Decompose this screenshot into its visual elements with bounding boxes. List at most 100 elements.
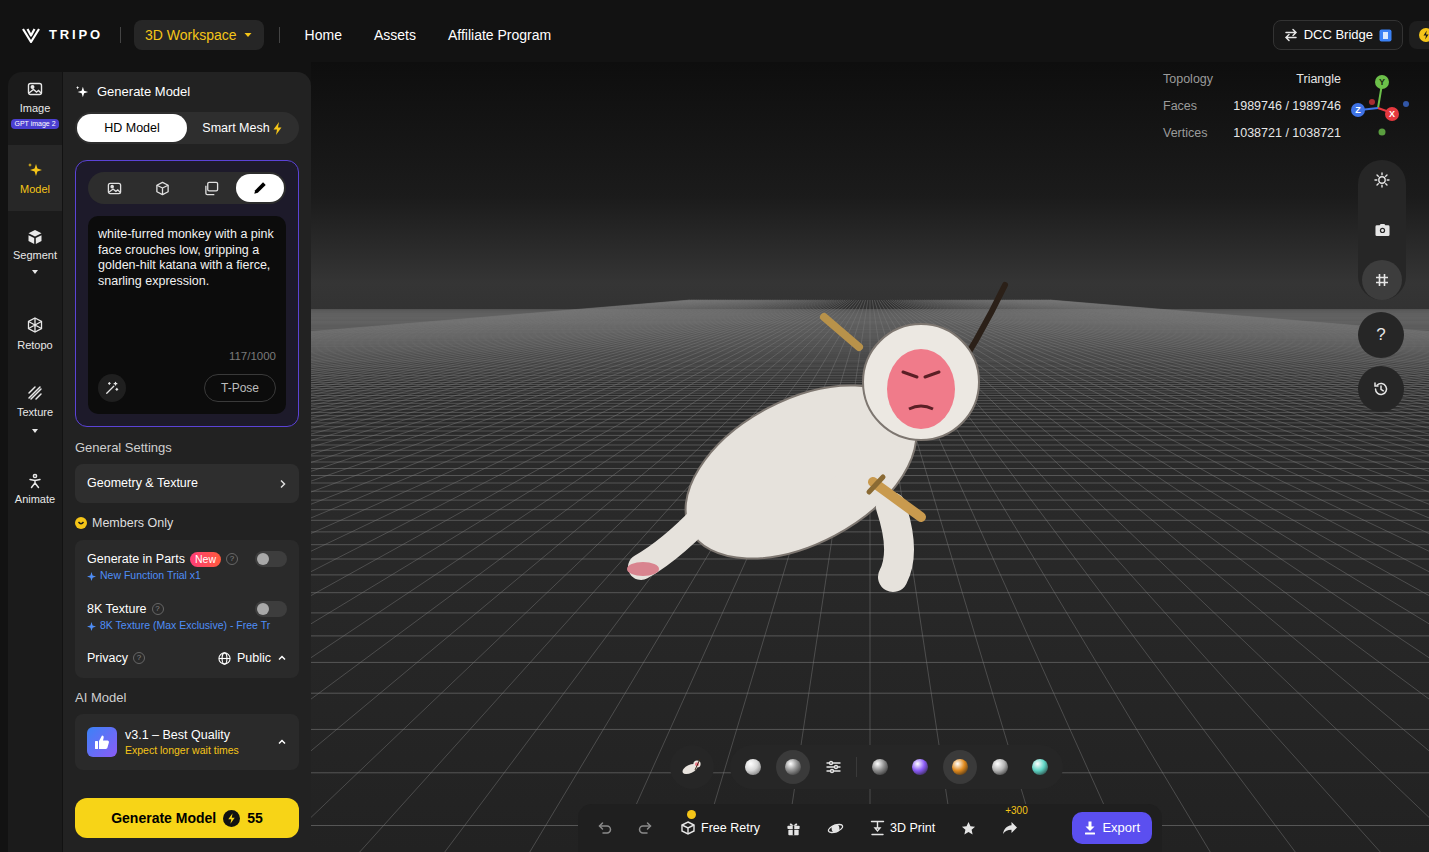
generate-cost: 55 <box>247 808 263 829</box>
redo-button[interactable] <box>638 821 654 835</box>
share-bonus-badge: +300 <box>1005 805 1028 817</box>
ai-model-selector[interactable]: v3.1 – Best Quality Expect longer wait t… <box>75 714 299 770</box>
undo-button[interactable] <box>596 821 612 835</box>
rail-item[interactable]: Animate <box>8 435 62 506</box>
model-note: Expect longer wait times <box>125 743 239 757</box>
geometry-texture-row[interactable]: Geometry & Texture <box>75 464 299 503</box>
orbit-icon <box>827 821 844 836</box>
render-mode-button[interactable] <box>736 750 770 784</box>
history-icon <box>1373 381 1389 397</box>
3d-print-label: 3D Print <box>890 819 935 838</box>
input-mode-button[interactable] <box>139 174 188 202</box>
3d-viewport[interactable]: Topology Triangle Faces 1989746 / 198974… <box>311 62 1429 852</box>
rail-label: Model <box>20 182 50 196</box>
grid-toggle-button[interactable] <box>1362 260 1402 300</box>
z-axis-handle[interactable] <box>1351 103 1365 117</box>
share-icon <box>1002 821 1018 835</box>
model-thumbnail[interactable] <box>670 745 714 789</box>
swap-icon <box>1284 28 1298 42</box>
toggle[interactable] <box>255 551 287 567</box>
generate-label: Generate Model <box>111 808 216 829</box>
retry-box-icon <box>680 820 696 836</box>
rail-item[interactable]: Model <box>8 145 62 211</box>
screenshot-button[interactable] <box>1362 210 1402 250</box>
t-pose-button[interactable]: T-Pose <box>204 374 276 402</box>
nav-link[interactable]: Assets <box>374 25 416 46</box>
stat-label: Faces <box>1163 97 1213 115</box>
mode-tab-label: Smart Mesh <box>202 119 269 138</box>
sun-icon <box>1374 172 1390 188</box>
material-swatch <box>952 759 968 775</box>
input-mode-button[interactable] <box>90 174 139 202</box>
favorite-button[interactable] <box>961 821 976 836</box>
sparkle-icon <box>75 85 89 99</box>
toggle[interactable] <box>255 601 287 617</box>
mode-tab[interactable]: HD Model <box>77 114 187 142</box>
panel-header: Generate Model <box>75 82 299 102</box>
help-hint[interactable]: ? <box>133 652 145 664</box>
undo-icon <box>596 821 612 835</box>
rail-item[interactable]: Retopo <box>8 276 62 352</box>
char-counter: 117/1000 <box>98 349 276 363</box>
3d-print-button[interactable]: 3D Print <box>870 819 935 838</box>
history-button[interactable] <box>1358 366 1404 412</box>
enhance-prompt-button[interactable] <box>98 374 126 402</box>
monkey-model[interactable] <box>621 277 1041 607</box>
animate-figure-icon <box>27 473 43 489</box>
rail-item[interactable]: Texture <box>8 352 62 435</box>
nav-link[interactable]: Home <box>305 25 342 46</box>
section-heading: General Settings <box>75 440 299 456</box>
prompt-textarea[interactable]: white-furred monkey with a pink face cro… <box>88 216 286 414</box>
members-heading-label: Members Only <box>92 514 173 533</box>
share-button[interactable]: +300 <box>1002 821 1018 835</box>
help-hint[interactable]: ? <box>226 553 238 565</box>
help-button[interactable]: ? <box>1358 312 1404 358</box>
segment-cube-icon <box>27 229 43 245</box>
material-button[interactable] <box>903 750 937 784</box>
workspace-label: 3D Workspace <box>145 25 237 46</box>
download-icon <box>1084 821 1096 835</box>
retopo-icon <box>27 317 43 333</box>
rail-item[interactable]: Image GPT image 2 <box>8 72 62 132</box>
material-button[interactable] <box>1023 750 1057 784</box>
help-hint[interactable]: ? <box>152 603 164 615</box>
privacy-dropdown[interactable]: Public <box>218 649 287 668</box>
free-retry-button[interactable]: Free Retry <box>680 819 760 838</box>
texture-icon <box>27 385 43 401</box>
privacy-label: Privacy <box>87 649 128 668</box>
tripo-logo-icon <box>22 27 40 43</box>
render-mode-button[interactable] <box>776 750 810 784</box>
orbit-button[interactable] <box>827 821 844 836</box>
dcc-bridge-button[interactable]: DCC Bridge <box>1273 20 1403 50</box>
option-note: 8K Texture (Max Exclusive) - Free Tr <box>87 619 299 633</box>
workspace-dropdown[interactable]: 3D Workspace <box>134 20 264 50</box>
rail-item[interactable]: Segment <box>8 211 62 276</box>
export-button[interactable]: Export <box>1072 812 1152 844</box>
material-button[interactable] <box>983 750 1017 784</box>
material-settings-button[interactable] <box>816 750 850 784</box>
lighting-button[interactable] <box>1362 160 1402 200</box>
divider <box>279 27 280 43</box>
tool-rail: Image GPT image 2 Model Segment Retopo <box>8 72 62 852</box>
free-retry-label: Free Retry <box>701 819 760 838</box>
thumbs-up-icon <box>94 734 110 750</box>
redo-icon <box>638 821 654 835</box>
credits-button[interactable] <box>1409 21 1429 49</box>
nav-link[interactable]: Affiliate Program <box>448 25 551 46</box>
generate-model-button[interactable]: Generate Model 55 <box>75 798 299 838</box>
caret-down-icon <box>31 268 39 276</box>
logo[interactable]: TRIPO <box>22 27 103 43</box>
y-axis-handle[interactable] <box>1375 75 1389 89</box>
mode-tab[interactable]: Smart Mesh <box>187 114 297 142</box>
axis-gizmo[interactable]: Y Z X <box>1347 72 1419 142</box>
model-badge-icon <box>87 727 117 757</box>
material-button[interactable] <box>943 750 977 784</box>
input-mode-button[interactable] <box>236 174 285 202</box>
input-mode-button[interactable] <box>187 174 236 202</box>
gift-button[interactable] <box>786 821 801 836</box>
x-axis-handle[interactable] <box>1385 107 1399 121</box>
option-note: New Function Trial x1 <box>87 569 287 583</box>
material-button[interactable] <box>863 750 897 784</box>
stat-value: 1989746 / 1989746 <box>1225 97 1341 115</box>
option-label: 8K Texture <box>87 600 147 619</box>
